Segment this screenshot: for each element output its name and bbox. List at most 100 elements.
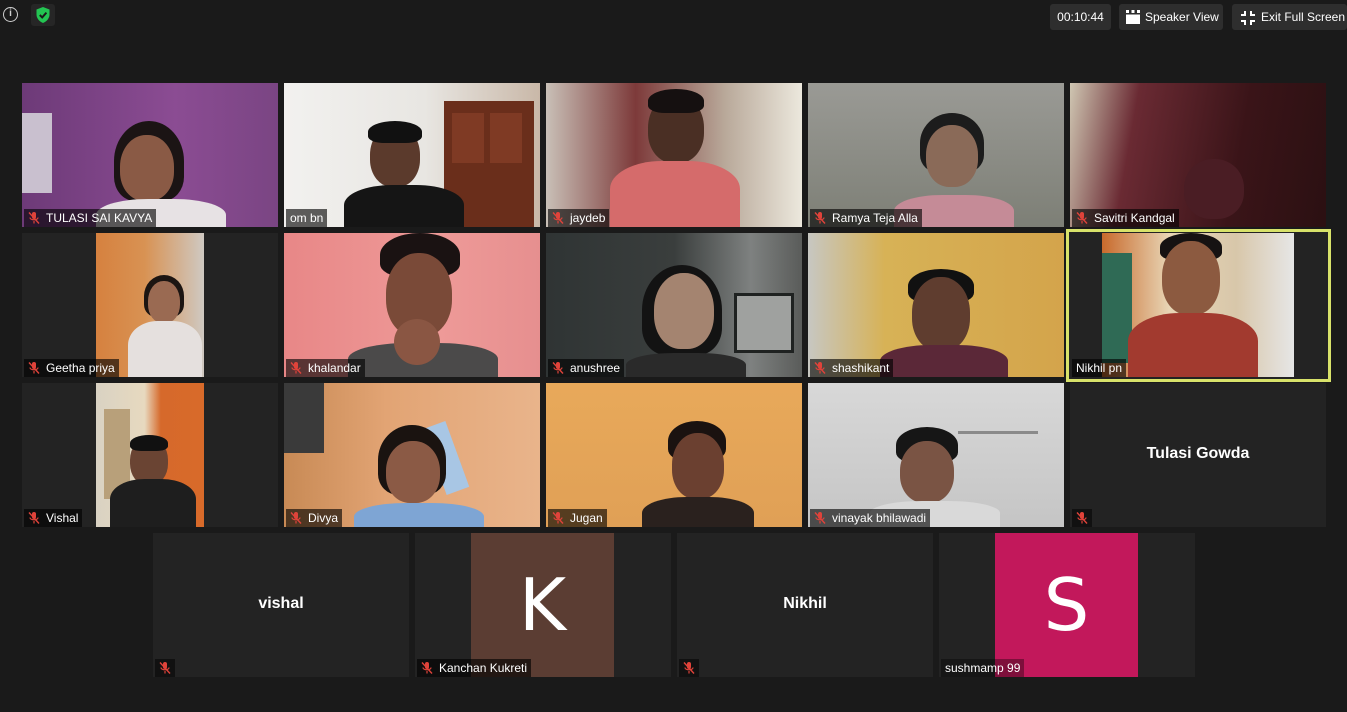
participant-tile[interactable]: Jugan xyxy=(546,383,802,527)
participant-name-label: TULASI SAI KAVYA xyxy=(24,209,157,227)
exit-full-screen-button[interactable]: Exit Full Screen xyxy=(1232,4,1347,30)
participant-tile[interactable]: vinayak bhilawadi xyxy=(808,383,1064,527)
participant-tile[interactable]: vishal xyxy=(153,533,409,677)
video-feed xyxy=(808,383,1064,527)
video-feed xyxy=(22,83,278,227)
participant-name: shashikant xyxy=(832,361,890,375)
video-feed xyxy=(96,383,204,527)
muted-mic-icon xyxy=(289,511,303,525)
participant-name-label: om bn xyxy=(286,209,328,227)
participant-tile[interactable]: TULASI SAI KAVYA xyxy=(22,83,278,227)
participant-name: Divya xyxy=(308,511,339,525)
speaker-view-label: Speaker View xyxy=(1145,10,1219,24)
participant-tile[interactable]: anushree xyxy=(546,233,802,377)
participant-tile[interactable]: K Kanchan Kukreti xyxy=(415,533,671,677)
participant-tile[interactable]: shashikant xyxy=(808,233,1064,377)
participant-name: sushmamp 99 xyxy=(945,661,1021,675)
avatar: S xyxy=(995,533,1138,677)
muted-mic-icon xyxy=(27,511,41,525)
muted-mic-icon xyxy=(682,661,696,675)
participant-tile[interactable]: Vishal xyxy=(22,383,278,527)
participant-tile[interactable]: Savitri Kandgal xyxy=(1070,83,1326,227)
muted-mic-icon xyxy=(813,511,827,525)
participant-name: jaydeb xyxy=(570,211,606,225)
muted-mic-icon xyxy=(551,211,565,225)
participant-name-label: jaydeb xyxy=(548,209,610,227)
muted-mic-icon xyxy=(27,211,41,225)
participant-name: vishal xyxy=(258,595,304,612)
participant-tile[interactable]: S sushmamp 99 xyxy=(939,533,1195,677)
participant-name-label: sushmamp 99 xyxy=(941,659,1025,677)
participant-tile[interactable]: jaydeb xyxy=(546,83,802,227)
participant-name: Vishal xyxy=(46,511,79,525)
participant-name-label: Ramya Teja Alla xyxy=(810,209,922,227)
muted-mic-icon xyxy=(551,361,565,375)
participant-name: TULASI SAI KAVYA xyxy=(46,211,153,225)
participant-name-label: Jugan xyxy=(548,509,607,527)
speaker-view-icon xyxy=(1126,10,1140,24)
participant-tile[interactable]: om bn xyxy=(284,83,540,227)
participant-name-label: Savitri Kandgal xyxy=(1072,209,1179,227)
info-icon[interactable]: i xyxy=(3,7,18,22)
video-feed xyxy=(96,233,204,377)
muted-mic-icon xyxy=(420,661,434,675)
encryption-shield-button[interactable] xyxy=(31,4,55,26)
video-feed xyxy=(546,83,802,227)
muted-mic-icon xyxy=(289,361,303,375)
participant-name: om bn xyxy=(290,211,324,225)
muted-indicator xyxy=(155,659,175,677)
participant-name: Savitri Kandgal xyxy=(1094,211,1175,225)
participant-name-label: khalandar xyxy=(286,359,365,377)
participant-tile[interactable]: Nikhil xyxy=(677,533,933,677)
participant-name: Jugan xyxy=(570,511,603,525)
video-feed xyxy=(808,233,1064,377)
avatar: K xyxy=(471,533,614,677)
video-feed xyxy=(546,383,802,527)
participant-name: khalandar xyxy=(308,361,361,375)
muted-mic-icon xyxy=(1075,211,1089,225)
top-bar: i 00:10:44 Speaker View Exit Full Screen xyxy=(0,0,1347,34)
participant-tile[interactable]: Divya xyxy=(284,383,540,527)
video-feed xyxy=(1070,83,1326,227)
participant-name-label: Kanchan Kukreti xyxy=(417,659,532,677)
participant-name: Tulasi Gowda xyxy=(1146,445,1250,462)
participant-name-label: shashikant xyxy=(810,359,894,377)
participant-name: Ramya Teja Alla xyxy=(832,211,918,225)
participant-tile[interactable]: khalandar xyxy=(284,233,540,377)
muted-mic-icon xyxy=(1075,511,1089,525)
exit-full-screen-label: Exit Full Screen xyxy=(1261,10,1346,24)
participant-name-label: anushree xyxy=(548,359,625,377)
video-feed xyxy=(284,233,540,377)
participant-name-label: Geetha priya xyxy=(24,359,119,377)
video-feed xyxy=(546,233,802,377)
participant-name: Kanchan Kukreti xyxy=(439,661,528,675)
participant-name: Nikhil xyxy=(783,595,827,612)
muted-mic-icon xyxy=(813,211,827,225)
speaker-view-button[interactable]: Speaker View xyxy=(1119,4,1223,30)
muted-mic-icon xyxy=(158,661,172,675)
video-feed xyxy=(1102,233,1294,377)
video-feed xyxy=(284,383,540,527)
participant-name-label: Divya xyxy=(286,509,343,527)
muted-indicator xyxy=(1072,509,1092,527)
video-feed xyxy=(284,83,540,227)
participant-tile[interactable]: Tulasi Gowda xyxy=(1070,383,1326,527)
video-feed xyxy=(808,83,1064,227)
muted-mic-icon xyxy=(27,361,41,375)
participant-tile-active-speaker[interactable]: Nikhil pn xyxy=(1066,229,1331,382)
muted-indicator xyxy=(679,659,699,677)
participant-name-label: Nikhil pn xyxy=(1072,359,1127,377)
participant-name: vinayak bhilawadi xyxy=(832,511,927,525)
participant-name-label: Vishal xyxy=(24,509,83,527)
participant-tile[interactable]: Ramya Teja Alla xyxy=(808,83,1064,227)
muted-mic-icon xyxy=(813,361,827,375)
muted-mic-icon xyxy=(551,511,565,525)
exit-full-screen-icon xyxy=(1241,11,1255,25)
shield-icon xyxy=(36,7,50,23)
participant-name: Geetha priya xyxy=(46,361,115,375)
participant-name: anushree xyxy=(570,361,621,375)
participant-name-label: vinayak bhilawadi xyxy=(810,509,931,527)
participant-tile[interactable]: Geetha priya xyxy=(22,233,278,377)
meeting-timer: 00:10:44 xyxy=(1050,4,1111,30)
participant-name: Nikhil pn xyxy=(1076,361,1123,375)
